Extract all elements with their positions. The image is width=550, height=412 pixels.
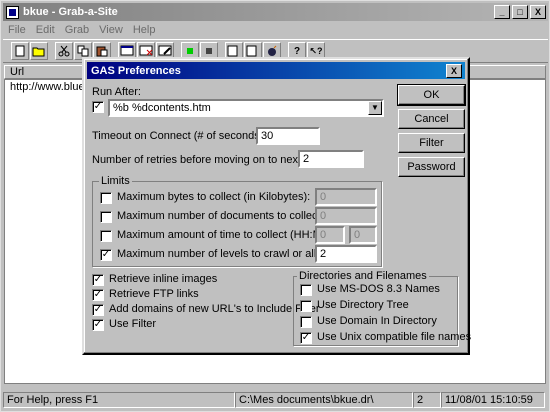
inline-images-checkbox[interactable]: ✓ [92, 274, 104, 286]
msdos-names-label: Use MS-DOS 8.3 Names [317, 283, 440, 295]
minimize-button[interactable]: _ [494, 5, 510, 19]
run-after-combo[interactable]: %b %dcontents.htm ▼ [108, 99, 384, 117]
ok-button[interactable]: OK [397, 84, 466, 106]
svg-text:!: ! [236, 47, 238, 56]
menu-view[interactable]: View [94, 24, 128, 36]
max-time-label: Maximum amount of time to collect (HH:MM… [117, 229, 338, 241]
status-bar: For Help, press F1 C:\Mes documents\bkue… [3, 391, 548, 409]
dialog-titlebar: GAS Preferences X [87, 62, 465, 79]
cancel-button[interactable]: Cancel [398, 109, 465, 129]
chevron-down-icon[interactable]: ▼ [368, 101, 382, 115]
max-time-checkbox[interactable] [100, 230, 112, 242]
max-levels-input[interactable]: 2 [315, 245, 377, 263]
preferences-dialog: GAS Preferences X Run After: ✓ %b %dcont… [82, 57, 471, 355]
window-title: bkue - Grab-a-Site [23, 6, 118, 18]
retries-input[interactable]: 2 [298, 150, 364, 168]
timeout-input[interactable]: 30 [256, 127, 320, 145]
menubar: File Edit Grab View Help [3, 21, 160, 39]
status-help: For Help, press F1 [3, 392, 235, 408]
new-icon[interactable] [11, 42, 29, 60]
max-bytes-label: Maximum bytes to collect (in Kilobytes): [117, 191, 311, 203]
main-titlebar: bkue - Grab-a-Site _ □ X [3, 3, 548, 21]
use-filter-label: Use Filter [109, 318, 157, 330]
max-docs-label: Maximum number of documents to collect: [117, 210, 324, 222]
status-path: C:\Mes documents\bkue.dr\ [235, 392, 413, 408]
directories-title: Directories and Filenames [297, 270, 429, 282]
unix-names-label: Use Unix compatible file names [317, 331, 472, 343]
retries-label: Number of retries before moving on to ne… [92, 154, 330, 166]
dialog-title: GAS Preferences [91, 64, 181, 77]
run-after-value: %b %dcontents.htm [113, 102, 211, 114]
status-datetime: 11/08/01 15:10:59 [441, 392, 545, 408]
menu-edit[interactable]: Edit [31, 24, 60, 36]
app-icon [6, 5, 19, 19]
run-after-label: Run After: [92, 86, 141, 98]
directory-tree-label: Use Directory Tree [317, 299, 409, 311]
limits-group: Limits Maximum bytes to collect (in Kilo… [92, 175, 382, 267]
status-count: 2 [413, 392, 441, 408]
open-folder-icon[interactable] [30, 42, 48, 60]
svg-text:!: ! [255, 47, 257, 56]
directories-group: Directories and Filenames Use MS-DOS 8.3… [293, 270, 471, 346]
limits-title: Limits [99, 175, 132, 187]
timeout-label: Timeout on Connect (# of seconds): [92, 130, 267, 142]
menu-help[interactable]: Help [128, 24, 161, 36]
inline-images-label: Retrieve inline images [109, 273, 218, 285]
menu-grab[interactable]: Grab [60, 24, 94, 36]
caption-buttons: _ □ X [492, 5, 546, 19]
add-domains-checkbox[interactable]: ✓ [92, 304, 104, 316]
close-button[interactable]: X [530, 5, 546, 19]
domain-directory-label: Use Domain In Directory [317, 315, 437, 327]
directory-tree-checkbox[interactable] [300, 300, 312, 312]
msdos-names-checkbox[interactable] [300, 284, 312, 296]
dialog-close-button[interactable]: X [446, 64, 462, 78]
filter-button[interactable]: Filter [398, 133, 465, 153]
add-domains-label: Add domains of new URL's to Include Filt… [109, 303, 320, 315]
max-bytes-checkbox[interactable] [100, 192, 112, 204]
menu-file[interactable]: File [3, 24, 31, 36]
max-bytes-input[interactable]: 0 [315, 188, 377, 206]
domain-directory-checkbox[interactable] [300, 316, 312, 328]
unix-names-checkbox[interactable]: ✓ [300, 332, 312, 344]
max-time-hours-input[interactable]: 0 [315, 226, 345, 244]
use-filter-checkbox[interactable]: ✓ [92, 319, 104, 331]
max-time-minutes-input[interactable]: 0 [349, 226, 377, 244]
run-after-checkbox[interactable]: ✓ [92, 101, 104, 113]
max-docs-checkbox[interactable] [100, 211, 112, 223]
cut-icon[interactable] [55, 42, 73, 60]
max-levels-checkbox[interactable]: ✓ [100, 249, 112, 261]
maximize-button[interactable]: □ [512, 5, 528, 19]
ftp-links-checkbox[interactable]: ✓ [92, 289, 104, 301]
ftp-links-label: Retrieve FTP links [109, 288, 199, 300]
password-button[interactable]: Password [398, 157, 465, 177]
max-docs-input[interactable]: 0 [315, 207, 377, 225]
